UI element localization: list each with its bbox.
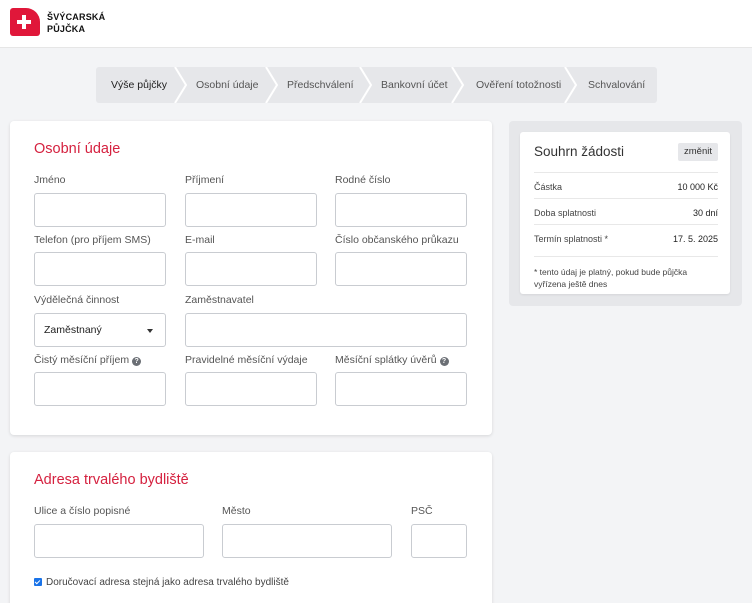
employer-label: Zaměstnavatel — [185, 294, 254, 306]
id-card-label: Číslo občanského průkazu — [335, 234, 459, 246]
logo-text[interactable]: ŠVÝCARSKÁ PŮJČKA — [47, 11, 105, 35]
id-card-input[interactable] — [335, 252, 467, 286]
summary-row-amount: Částka 10 000 Kč — [534, 172, 718, 198]
header: ŠVÝCARSKÁ PŮJČKA — [0, 0, 752, 48]
city-label: Město — [222, 505, 251, 517]
zip-input[interactable] — [411, 524, 467, 558]
summary-row-term: Doba splatnosti 30 dní — [534, 198, 718, 224]
help-icon[interactable]: ? — [132, 357, 142, 366]
summary-row-label: Částka — [534, 182, 563, 192]
loan-payments-label: Měsíční splátky úvěrů? — [335, 354, 449, 366]
step-separator-icon — [564, 67, 578, 103]
summary-row-label: Doba splatnosti — [534, 208, 597, 218]
loan-payments-input[interactable] — [335, 372, 467, 406]
logo-line-1: ŠVÝCARSKÁ — [47, 12, 106, 22]
step-identity-verification[interactable]: Ověření totožnosti — [476, 67, 561, 103]
street-input[interactable] — [34, 524, 204, 558]
city-input[interactable] — [222, 524, 392, 558]
last-name-input[interactable] — [185, 193, 317, 227]
address-title: Adresa trvalého bydliště — [34, 472, 189, 488]
step-preapproval[interactable]: Předschválení — [287, 67, 354, 103]
summary-panel: Souhrn žádosti změnit Částka 10 000 Kč D… — [509, 121, 742, 306]
summary-row-value: 30 dní — [692, 208, 718, 218]
step-separator-icon — [451, 67, 465, 103]
same-address-checkbox[interactable] — [34, 578, 42, 586]
summary-row-value: 10 000 Kč — [677, 182, 718, 192]
summary-card: Souhrn žádosti změnit Částka 10 000 Kč D… — [520, 132, 730, 294]
occupation-label: Výdělečná činnost — [34, 294, 120, 306]
occupation-select[interactable]: Zaměstnaný — [34, 313, 166, 347]
step-separator-icon — [359, 67, 373, 103]
expenses-input[interactable] — [185, 372, 317, 406]
email-label: E-mail — [185, 234, 215, 246]
chevron-down-icon — [147, 329, 153, 333]
summary-row-due-date: Termín splatnosti * 17. 5. 2025 — [534, 224, 718, 250]
zip-label: PSČ — [411, 505, 433, 517]
summary-title: Souhrn žádosti — [534, 144, 625, 159]
birth-number-input[interactable] — [335, 193, 467, 227]
street-label: Ulice a číslo popisné — [34, 505, 131, 517]
net-income-label-text: Čistý měsíční příjem — [34, 354, 130, 366]
step-loan-amount[interactable]: Výše půjčky — [111, 67, 167, 103]
logo-line-2: PŮJČKA — [47, 24, 86, 34]
step-approval[interactable]: Schvalování — [588, 67, 645, 103]
employer-input[interactable] — [185, 313, 467, 347]
personal-data-card: Osobní údaje Jméno Příjmení Rodné číslo … — [10, 121, 492, 435]
phone-input[interactable] — [34, 252, 166, 286]
summary-row-label: Termín splatnosti * — [534, 234, 609, 244]
expenses-label: Pravidelné měsíční výdaje — [185, 354, 308, 366]
first-name-input[interactable] — [34, 193, 166, 227]
birth-number-label: Rodné číslo — [335, 174, 391, 186]
step-separator-icon — [265, 67, 279, 103]
net-income-input[interactable] — [34, 372, 166, 406]
personal-data-title: Osobní údaje — [34, 141, 121, 157]
loan-payments-label-text: Měsíční splátky úvěrů — [335, 354, 437, 366]
occupation-select-value: Zaměstnaný — [44, 324, 102, 336]
help-icon[interactable]: ? — [439, 357, 449, 366]
last-name-label: Příjmení — [185, 174, 225, 186]
email-input[interactable] — [185, 252, 317, 286]
summary-note: * tento údaj je platný, pokud bude půjčk… — [534, 256, 718, 290]
logo-cross-icon[interactable] — [10, 8, 40, 36]
summary-row-value: 17. 5. 2025 — [672, 234, 718, 244]
change-button[interactable]: změnit — [678, 143, 718, 161]
phone-label: Telefon (pro příjem SMS) — [34, 234, 151, 246]
step-personal-data[interactable]: Osobní údaje — [196, 67, 258, 103]
same-address-label[interactable]: Doručovací adresa stejná jako adresa trv… — [46, 577, 289, 588]
permanent-address-card: Adresa trvalého bydliště Ulice a číslo p… — [10, 452, 492, 603]
net-income-label: Čistý měsíční příjem? — [34, 354, 142, 366]
step-bank-account[interactable]: Bankovní účet — [381, 67, 448, 103]
progress-steps: Výše půjčky Osobní údaje Předschválení B… — [96, 67, 657, 103]
first-name-label: Jméno — [34, 174, 66, 186]
step-separator-icon — [174, 67, 188, 103]
